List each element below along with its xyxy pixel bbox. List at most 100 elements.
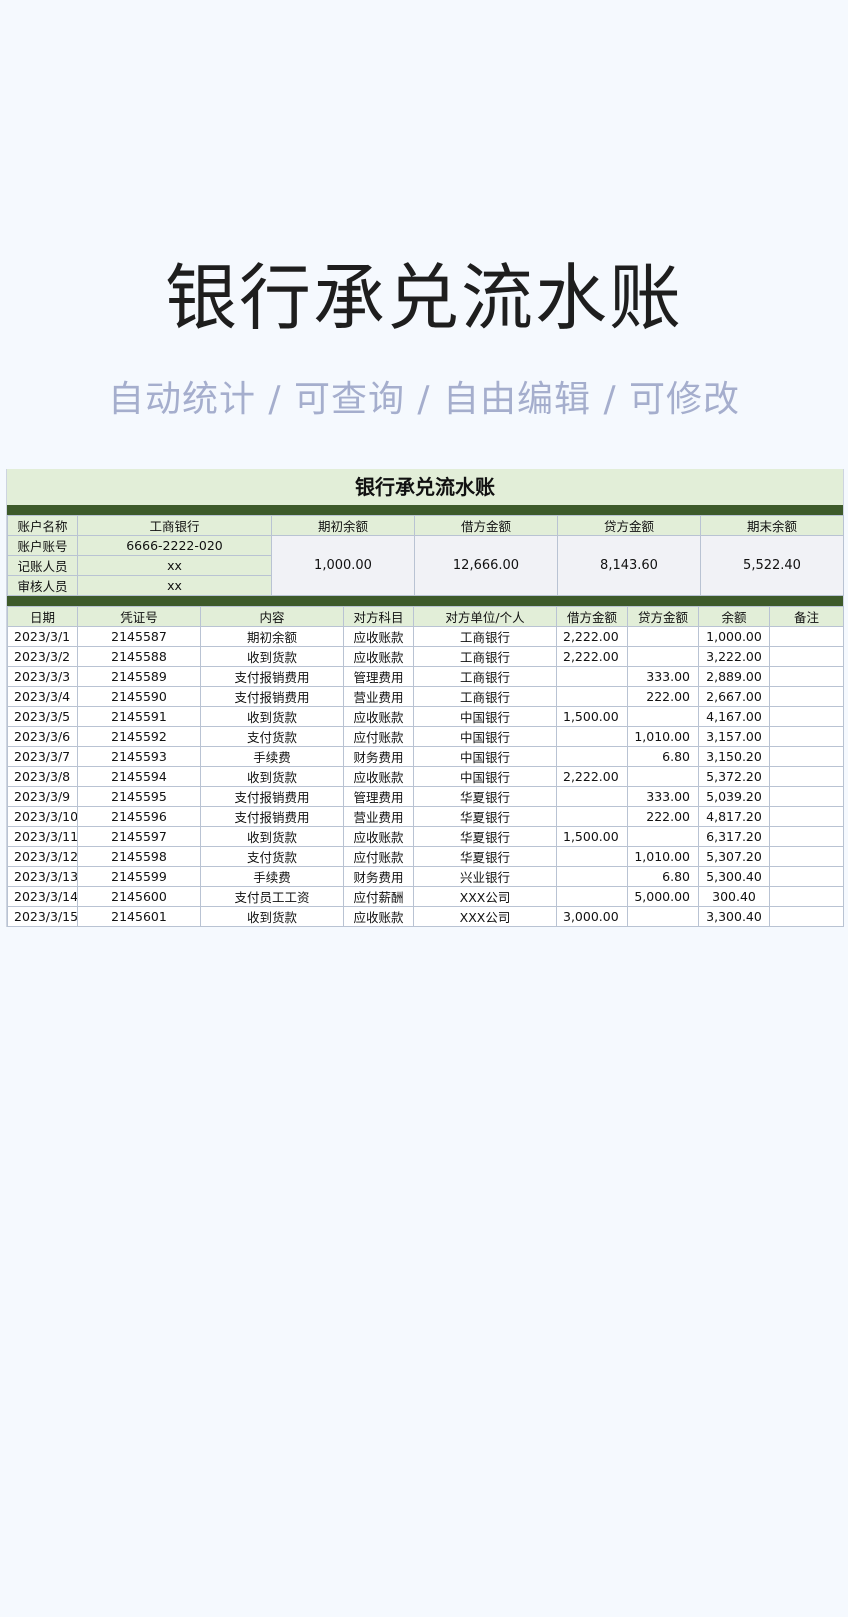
cell-remark[interactable] [769, 806, 844, 827]
cell-debit[interactable] [556, 726, 628, 747]
cell-counter-account[interactable]: 管理费用 [343, 666, 414, 687]
cell-date[interactable]: 2023/3/2 [7, 646, 78, 667]
debit-total-value[interactable]: 12,666.00 [414, 535, 558, 596]
cell-debit[interactable] [556, 866, 628, 887]
cell-remark[interactable] [769, 686, 844, 707]
column-header-counter-account[interactable]: 对方科目 [343, 606, 414, 627]
cell-debit[interactable] [556, 806, 628, 827]
cell-debit[interactable] [556, 746, 628, 767]
cell-remark[interactable] [769, 826, 844, 847]
cell-counterparty[interactable]: 华夏银行 [413, 846, 557, 867]
cell-voucher-no[interactable]: 2145594 [77, 766, 201, 787]
cell-remark[interactable] [769, 786, 844, 807]
cell-remark[interactable] [769, 846, 844, 867]
cell-date[interactable]: 2023/3/6 [7, 726, 78, 747]
cell-content[interactable]: 收到货款 [200, 766, 344, 787]
cell-voucher-no[interactable]: 2145596 [77, 806, 201, 827]
cell-credit[interactable]: 333.00 [627, 666, 699, 687]
cell-counterparty[interactable]: 工商银行 [413, 626, 557, 647]
cell-remark[interactable] [769, 626, 844, 647]
cell-counter-account[interactable]: 应付账款 [343, 846, 414, 867]
cell-counterparty[interactable]: 华夏银行 [413, 786, 557, 807]
cell-credit[interactable] [627, 906, 699, 927]
cell-date[interactable]: 2023/3/4 [7, 686, 78, 707]
cell-date[interactable]: 2023/3/15 [7, 906, 78, 927]
cell-debit[interactable] [556, 666, 628, 687]
cell-balance[interactable]: 3,222.00 [698, 646, 770, 667]
cell-content[interactable]: 收到货款 [200, 706, 344, 727]
cell-content[interactable]: 手续费 [200, 866, 344, 887]
cell-voucher-no[interactable]: 2145595 [77, 786, 201, 807]
cell-voucher-no[interactable]: 2145592 [77, 726, 201, 747]
cell-balance[interactable]: 5,300.40 [698, 866, 770, 887]
cell-counterparty[interactable]: XXX公司 [413, 906, 557, 927]
cell-credit[interactable]: 5,000.00 [627, 886, 699, 907]
cell-remark[interactable] [769, 726, 844, 747]
column-header-date[interactable]: 日期 [7, 606, 78, 627]
cell-counter-account[interactable]: 应付薪酬 [343, 886, 414, 907]
cell-date[interactable]: 2023/3/12 [7, 846, 78, 867]
cell-content[interactable]: 收到货款 [200, 906, 344, 927]
cell-date[interactable]: 2023/3/8 [7, 766, 78, 787]
cell-counter-account[interactable]: 财务费用 [343, 746, 414, 767]
cell-balance[interactable]: 5,307.20 [698, 846, 770, 867]
cell-date[interactable]: 2023/3/5 [7, 706, 78, 727]
cell-credit[interactable] [627, 826, 699, 847]
cell-counter-account[interactable]: 营业费用 [343, 806, 414, 827]
cell-balance[interactable]: 5,372.20 [698, 766, 770, 787]
cell-balance[interactable]: 2,889.00 [698, 666, 770, 687]
reviewer-value[interactable]: xx [77, 575, 272, 596]
cell-counterparty[interactable]: 工商银行 [413, 646, 557, 667]
cell-counterparty[interactable]: 兴业银行 [413, 866, 557, 887]
cell-counterparty[interactable]: XXX公司 [413, 886, 557, 907]
cell-content[interactable]: 支付报销费用 [200, 806, 344, 827]
cell-content[interactable]: 支付员工工资 [200, 886, 344, 907]
cell-balance[interactable]: 4,167.00 [698, 706, 770, 727]
cell-counter-account[interactable]: 营业费用 [343, 686, 414, 707]
cell-remark[interactable] [769, 706, 844, 727]
cell-credit[interactable] [627, 626, 699, 647]
cell-credit[interactable]: 333.00 [627, 786, 699, 807]
cell-voucher-no[interactable]: 2145600 [77, 886, 201, 907]
cell-content[interactable]: 支付报销费用 [200, 666, 344, 687]
cell-debit[interactable]: 2,222.00 [556, 626, 628, 647]
cell-debit[interactable] [556, 686, 628, 707]
cell-credit[interactable]: 6.80 [627, 746, 699, 767]
cell-remark[interactable] [769, 906, 844, 927]
cell-date[interactable]: 2023/3/1 [7, 626, 78, 647]
cell-date[interactable]: 2023/3/3 [7, 666, 78, 687]
cell-balance[interactable]: 3,157.00 [698, 726, 770, 747]
cell-debit[interactable] [556, 846, 628, 867]
cell-counter-account[interactable]: 管理费用 [343, 786, 414, 807]
cell-balance[interactable]: 3,150.20 [698, 746, 770, 767]
cell-counter-account[interactable]: 应收账款 [343, 706, 414, 727]
cell-counterparty[interactable]: 华夏银行 [413, 826, 557, 847]
cell-balance[interactable]: 3,300.40 [698, 906, 770, 927]
column-header-remark[interactable]: 备注 [769, 606, 844, 627]
cell-content[interactable]: 支付货款 [200, 726, 344, 747]
cell-voucher-no[interactable]: 2145598 [77, 846, 201, 867]
cell-balance[interactable]: 6,317.20 [698, 826, 770, 847]
cell-content[interactable]: 支付货款 [200, 846, 344, 867]
column-header-debit[interactable]: 借方金额 [556, 606, 628, 627]
cell-debit[interactable] [556, 886, 628, 907]
cell-date[interactable]: 2023/3/7 [7, 746, 78, 767]
cell-credit[interactable]: 222.00 [627, 806, 699, 827]
closing-balance-value[interactable]: 5,522.40 [700, 535, 844, 596]
column-header-voucher-no[interactable]: 凭证号 [77, 606, 201, 627]
cell-debit[interactable]: 3,000.00 [556, 906, 628, 927]
column-header-counterparty[interactable]: 对方单位/个人 [413, 606, 557, 627]
account-no-value[interactable]: 6666-2222-020 [77, 535, 272, 556]
cell-date[interactable]: 2023/3/10 [7, 806, 78, 827]
cell-balance[interactable]: 2,667.00 [698, 686, 770, 707]
cell-credit[interactable]: 1,010.00 [627, 846, 699, 867]
cell-credit[interactable]: 222.00 [627, 686, 699, 707]
opening-balance-value[interactable]: 1,000.00 [271, 535, 415, 596]
cell-remark[interactable] [769, 646, 844, 667]
column-header-credit[interactable]: 贷方金额 [627, 606, 699, 627]
recorder-value[interactable]: xx [77, 555, 272, 576]
cell-remark[interactable] [769, 766, 844, 787]
cell-counter-account[interactable]: 应收账款 [343, 626, 414, 647]
cell-credit[interactable] [627, 766, 699, 787]
cell-debit[interactable]: 2,222.00 [556, 646, 628, 667]
